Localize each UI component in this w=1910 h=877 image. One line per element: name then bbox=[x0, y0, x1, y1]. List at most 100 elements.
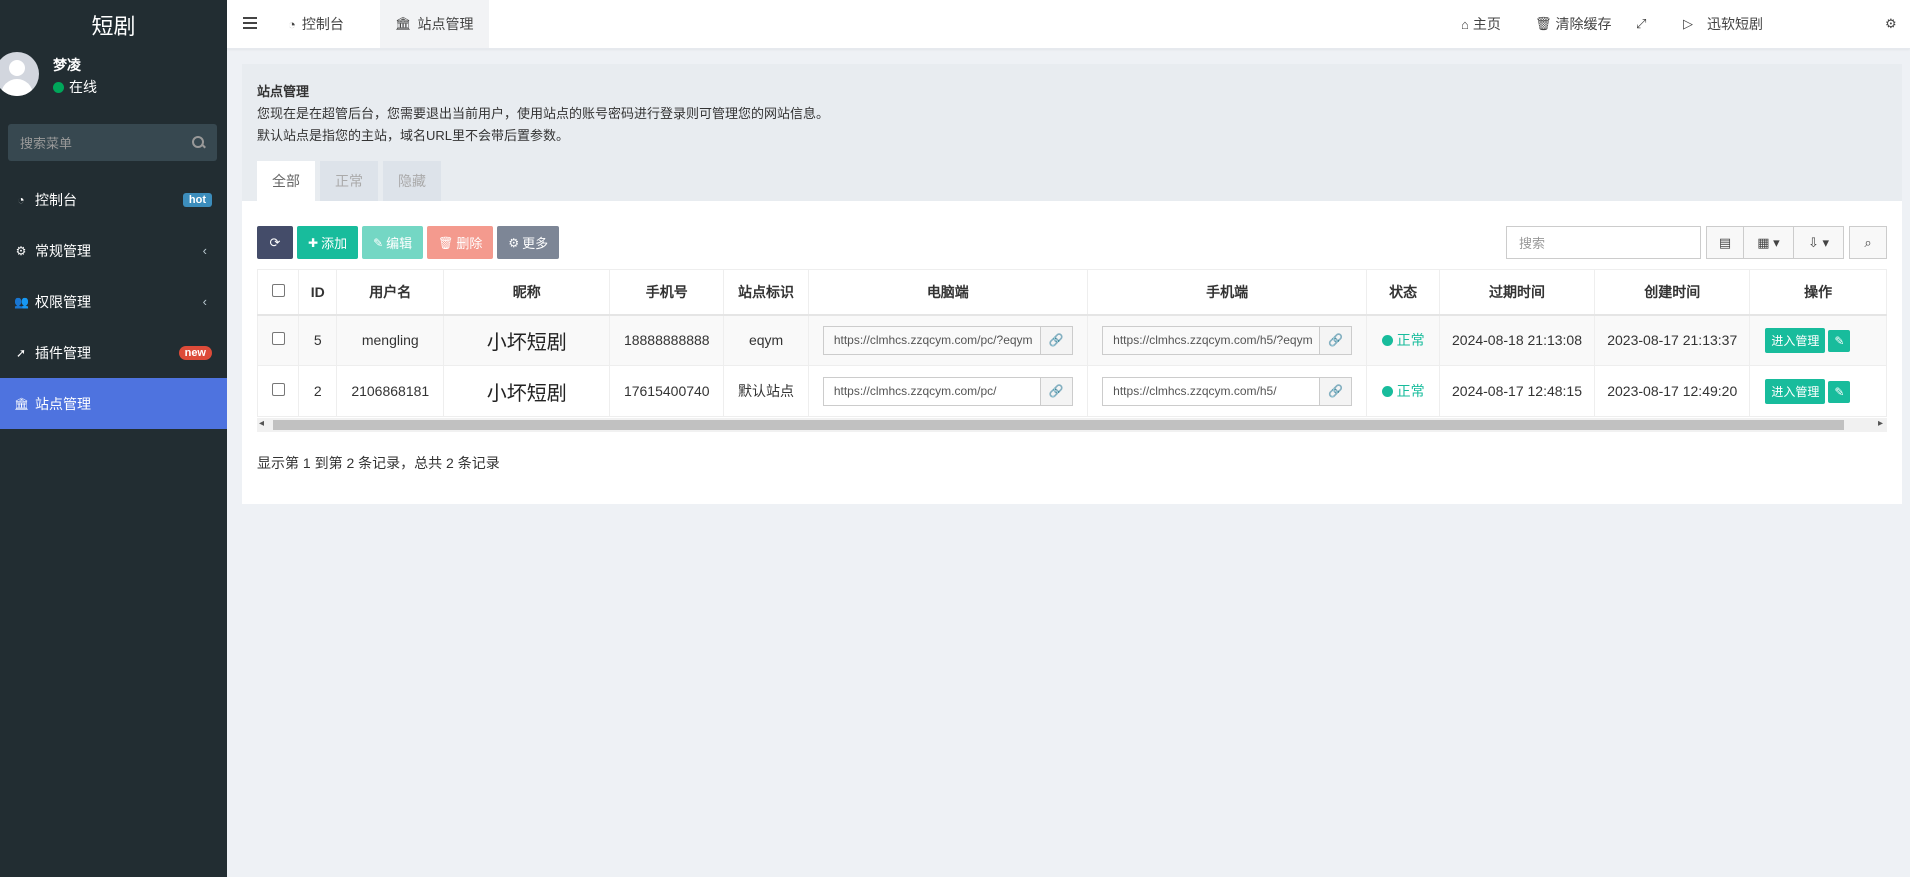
cell-expire: 2024-08-18 21:13:08 bbox=[1438, 314, 1596, 366]
header-id[interactable]: ID bbox=[298, 269, 338, 316]
tab-normal[interactable]: 正常 bbox=[320, 161, 378, 201]
row-checkbox[interactable] bbox=[271, 332, 285, 346]
search-icon[interactable] bbox=[192, 136, 205, 149]
cell-h5-url: https://clmhcs.zzqcym.com/h5/ 🔗 bbox=[1086, 365, 1368, 417]
header-phone[interactable]: 手机号 bbox=[609, 269, 725, 316]
gear-icon: ⚙ bbox=[1885, 16, 1897, 31]
bank-icon: 🏛 bbox=[14, 396, 30, 411]
filter-tabs: 全部 正常 隐藏 bbox=[257, 161, 446, 201]
users-icon: 👥 bbox=[14, 294, 29, 309]
pagination-info: 显示第 1 到第 2 条记录，总共 2 条记录 bbox=[257, 455, 500, 471]
site-name-link[interactable]: ▷ 迅软短剧 bbox=[1683, 0, 1763, 48]
tab-dashboard[interactable]: ◔ 控制台 bbox=[273, 0, 359, 48]
header-status[interactable]: 状态 bbox=[1366, 269, 1440, 316]
site-management-panel: 站点管理 您现在是在超管后台，您需要退出当前用户，使用站点的账号密码进行登录则可… bbox=[242, 64, 1902, 504]
header-expire[interactable]: 过期时间 bbox=[1438, 269, 1596, 316]
sidebar-item-plugins[interactable]: ➚ 插件管理 new bbox=[0, 327, 227, 378]
cell-id: 2 bbox=[298, 365, 338, 417]
columns-button[interactable]: ▦ ▾ bbox=[1744, 226, 1794, 259]
row-edit-button[interactable]: ✎ bbox=[1828, 380, 1851, 403]
pc-url-input[interactable]: https://clmhcs.zzqcym.com/pc/ bbox=[822, 376, 1041, 406]
export-button[interactable]: ⇩ ▾ bbox=[1794, 226, 1844, 259]
plus-icon: ✚ bbox=[308, 235, 319, 250]
cell-h5-url: https://clmhcs.zzqcym.com/h5/?eqym 🔗 bbox=[1086, 314, 1368, 366]
header-pc-url[interactable]: 电脑端 bbox=[807, 269, 1089, 316]
delete-button[interactable]: 🗑 删除 bbox=[427, 226, 494, 259]
enter-manage-button[interactable]: 进入管理 bbox=[1765, 378, 1826, 404]
header-h5-url[interactable]: 手机端 bbox=[1086, 269, 1368, 316]
h5-url-input[interactable]: https://clmhcs.zzqcym.com/h5/ bbox=[1102, 376, 1321, 406]
avatar bbox=[0, 52, 39, 96]
tab-all[interactable]: 全部 bbox=[257, 161, 315, 201]
online-dot-icon bbox=[53, 81, 64, 93]
refresh-button[interactable]: ⟳ bbox=[257, 226, 293, 259]
sidebar-item-general[interactable]: ⚙ 常规管理 ‹ bbox=[0, 225, 227, 276]
status-text: 正常 bbox=[1396, 332, 1425, 349]
pc-link-button[interactable]: 🔗 bbox=[1040, 376, 1073, 406]
header-site-id[interactable]: 站点标识 bbox=[723, 269, 809, 316]
h5-link-button[interactable]: 🔗 bbox=[1320, 376, 1353, 406]
trash-icon: 🗑 bbox=[1535, 16, 1552, 31]
h5-url-input[interactable]: https://clmhcs.zzqcym.com/h5/?eqym bbox=[1102, 325, 1321, 355]
menu-toggle-icon[interactable] bbox=[243, 17, 257, 29]
cell-username: 2106868181 bbox=[336, 365, 445, 417]
chevron-left-icon: ‹ bbox=[202, 294, 207, 309]
scroll-right-icon[interactable]: ▸ bbox=[1878, 418, 1883, 429]
h5-url-group: https://clmhcs.zzqcym.com/h5/ 🔗 bbox=[1102, 376, 1353, 406]
fullscreen-button[interactable]: ⤢ bbox=[1636, 0, 1650, 48]
sites-table-container: ID 用户名 昵称 手机号 站点标识 电脑端 手机端 状态 过期时间 创建时间 … bbox=[257, 269, 1887, 427]
menu-search-input[interactable]: 搜索菜单 bbox=[8, 124, 217, 161]
row-edit-button[interactable]: ✎ bbox=[1828, 329, 1851, 352]
cell-pc-url: https://clmhcs.zzqcym.com/pc/?eqym 🔗 bbox=[807, 314, 1089, 366]
header-username[interactable]: 用户名 bbox=[336, 269, 445, 316]
row-select-cell bbox=[257, 314, 300, 366]
more-button[interactable]: ⚙ 更多 bbox=[497, 226, 560, 259]
add-button[interactable]: ✚ 添加 bbox=[297, 226, 359, 259]
pc-url-input[interactable]: https://clmhcs.zzqcym.com/pc/?eqym bbox=[822, 325, 1041, 355]
advanced-search-button[interactable]: ⌕ bbox=[1849, 226, 1887, 259]
table-search-input[interactable]: 搜索 bbox=[1506, 226, 1701, 259]
hot-badge: hot bbox=[182, 192, 212, 207]
sidebar-item-dashboard[interactable]: ◔ 控制台 hot bbox=[0, 174, 227, 225]
status-dot-icon bbox=[1381, 334, 1393, 346]
nickname-text: 小坏短剧 bbox=[486, 331, 567, 354]
sidebar-item-auth[interactable]: 👥 权限管理 ‹ bbox=[0, 276, 227, 327]
refresh-icon: ⟳ bbox=[269, 234, 281, 250]
cell-operations: 进入管理 ✎ bbox=[1749, 314, 1887, 366]
select-all-checkbox[interactable] bbox=[271, 283, 285, 297]
tab-site-management[interactable]: 🏛 站点管理 bbox=[380, 0, 489, 48]
pc-link-button[interactable]: 🔗 bbox=[1040, 325, 1073, 355]
cell-pc-url: https://clmhcs.zzqcym.com/pc/ 🔗 bbox=[807, 365, 1089, 417]
enter-manage-button[interactable]: 进入管理 bbox=[1765, 327, 1826, 353]
status-text: 正常 bbox=[1396, 383, 1425, 399]
new-badge: new bbox=[178, 345, 212, 360]
search-icon: ⌕ bbox=[1864, 234, 1872, 250]
header-created[interactable]: 创建时间 bbox=[1594, 269, 1751, 316]
toggle-view-button[interactable]: ▤ bbox=[1706, 226, 1744, 259]
edit-button[interactable]: ✎ 编辑 bbox=[362, 226, 424, 259]
user-status: 在线 bbox=[53, 77, 97, 97]
clear-cache-button[interactable]: 🗑 清除缓存 bbox=[1535, 0, 1612, 48]
cell-nickname: 小坏短剧 bbox=[443, 314, 611, 366]
horizontal-scrollbar[interactable]: ◂ ▸ bbox=[257, 418, 1887, 432]
cell-id: 5 bbox=[298, 314, 338, 366]
scrollbar-thumb[interactable] bbox=[273, 420, 1844, 430]
cog-icon: ⚙ bbox=[508, 235, 520, 250]
row-checkbox[interactable] bbox=[271, 383, 285, 396]
edit-label: 编辑 bbox=[386, 236, 413, 251]
header-nickname[interactable]: 昵称 bbox=[443, 269, 611, 316]
top-navbar: ◔ 控制台 🏛 站点管理 ⌂ 主页 🗑 清除缓存 ⤢ ▷ 迅软短剧 ⚙ bbox=[227, 0, 1910, 49]
brand-logo[interactable]: 短剧 bbox=[0, 0, 227, 49]
dashboard-icon: ◔ bbox=[288, 16, 296, 32]
sidebar-menu: ◔ 控制台 hot ⚙ 常规管理 ‹ 👥 权限管理 ‹ ➚ 插件管理 new 🏛… bbox=[0, 174, 227, 429]
sidebar-item-label: 常规管理 bbox=[35, 242, 91, 259]
tab-hidden[interactable]: 隐藏 bbox=[383, 161, 441, 201]
h5-link-button[interactable]: 🔗 bbox=[1320, 325, 1353, 355]
home-link[interactable]: ⌂ 主页 bbox=[1461, 0, 1501, 48]
settings-button[interactable]: ⚙ bbox=[1885, 0, 1901, 48]
scroll-left-icon[interactable]: ◂ bbox=[259, 418, 264, 429]
sidebar-item-sites[interactable]: 🏛 站点管理 bbox=[0, 378, 227, 429]
fullscreen-icon: ⤢ bbox=[1636, 16, 1647, 31]
sidebar: 短剧 梦凌 在线 搜索菜单 ◔ 控制台 hot ⚙ 常规管理 ‹ 👥 权限管理 … bbox=[0, 0, 227, 877]
table-tools: 搜索 ▤ ▦ ▾ ⇩ ▾ ⌕ bbox=[1506, 226, 1887, 259]
